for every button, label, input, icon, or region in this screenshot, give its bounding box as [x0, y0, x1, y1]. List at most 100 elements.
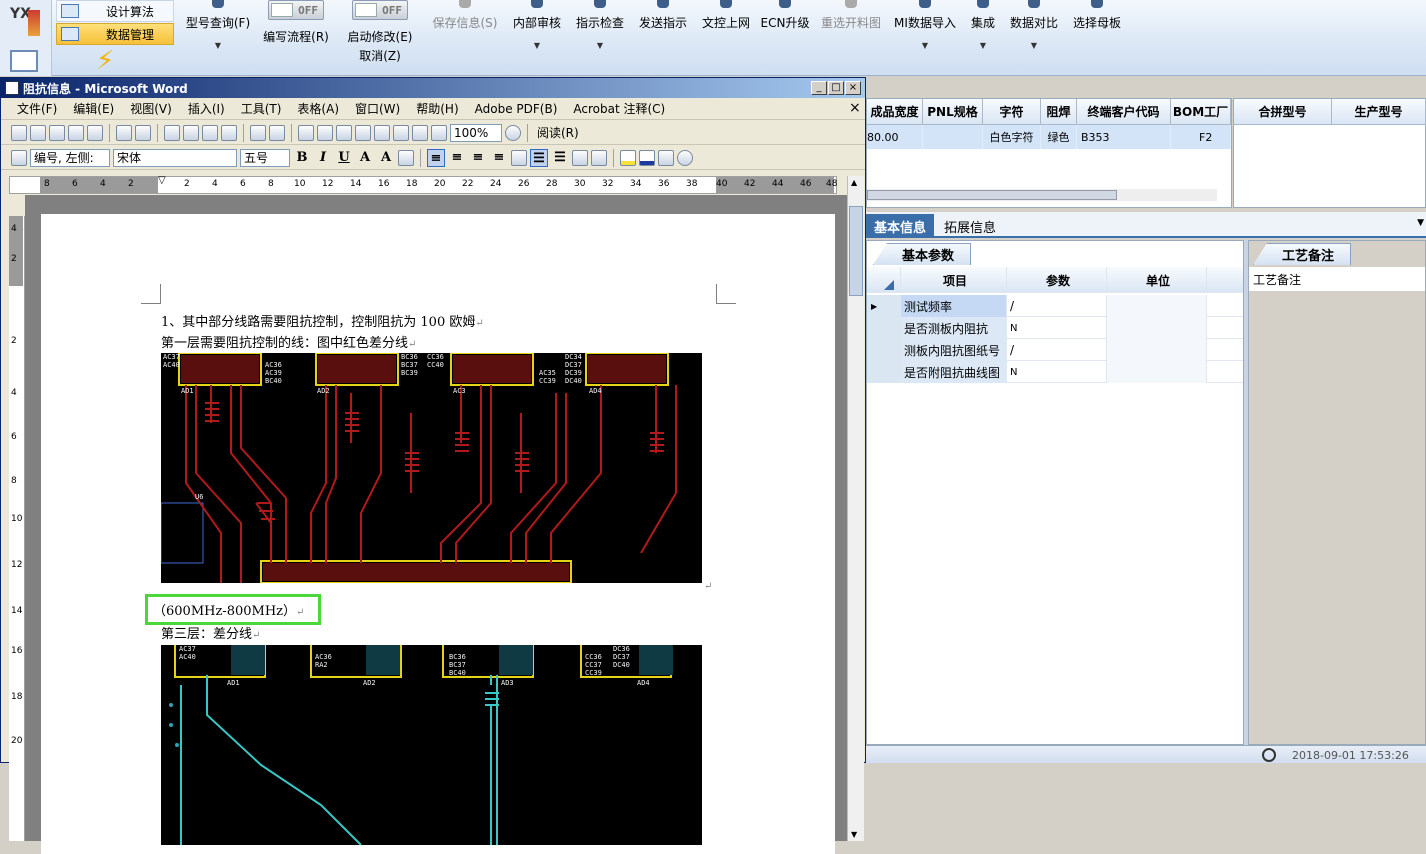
styles-icon[interactable]: [11, 149, 27, 166]
calculator-icon[interactable]: [10, 50, 38, 72]
distributed-button[interactable]: ≡: [490, 149, 508, 167]
scroll-thumb[interactable]: [867, 190, 1117, 200]
menu-acrobat-comments[interactable]: Acrobat 注释(C): [565, 100, 673, 117]
align-right-button[interactable]: ≡: [469, 149, 487, 167]
document-page[interactable]: 1、其中部分线路需要阻抗控制，控制阻抗为 100 欧姆↵ 第一层需要阻抗控制的线…: [41, 214, 835, 854]
column-header[interactable]: PNL规格: [923, 99, 983, 125]
new-doc-icon[interactable]: [11, 124, 27, 141]
paste-icon[interactable]: [202, 124, 218, 141]
unit-cell[interactable]: [1107, 317, 1207, 339]
internal-audit-button[interactable]: 内部审核 ▼: [510, 0, 564, 62]
tab-extended-info[interactable]: 拓展信息: [936, 214, 1004, 238]
help-icon[interactable]: [505, 124, 521, 141]
column-header[interactable]: BOM工厂: [1171, 99, 1231, 125]
column-header[interactable]: 项目: [901, 267, 1007, 293]
doc-line-3[interactable]: 第三层：差分线↵: [161, 623, 260, 642]
char-border-button[interactable]: A: [356, 149, 374, 167]
grid-cell[interactable]: [923, 125, 983, 149]
align-center-button[interactable]: ≡: [448, 149, 466, 167]
integrate-button[interactable]: 集成 ▼: [966, 0, 1000, 62]
close-button[interactable]: ×: [845, 81, 861, 95]
minimize-button[interactable]: _: [811, 81, 827, 95]
item-cell[interactable]: 是否测板内阻抗: [901, 317, 1007, 339]
tables-borders-icon[interactable]: [317, 124, 333, 141]
grid-cell[interactable]: F2: [1171, 125, 1231, 149]
craft-notes-header[interactable]: 工艺备注: [1249, 267, 1425, 291]
cut-icon[interactable]: [164, 124, 180, 141]
item-cell[interactable]: 是否附阻抗曲线图: [901, 361, 1007, 383]
phonetic-guide-icon[interactable]: [658, 149, 674, 166]
undo-icon[interactable]: [250, 124, 266, 141]
format-painter-icon[interactable]: [221, 124, 237, 141]
row-header[interactable]: [867, 339, 901, 361]
bullets-button[interactable]: ☰: [551, 149, 569, 167]
ecn-upgrade-button[interactable]: ECN升级: [760, 0, 810, 62]
param-cell[interactable]: /: [1007, 295, 1107, 317]
maximize-button[interactable]: □: [828, 81, 844, 95]
unit-cell[interactable]: [1107, 339, 1207, 361]
italic-button[interactable]: I: [314, 149, 332, 167]
column-header[interactable]: 字符: [983, 99, 1041, 125]
horizontal-ruler[interactable]: 8 6 4 2 2 4 6 8 10 12 14 16 18 20 22 24 …: [9, 175, 837, 194]
menu-tools[interactable]: 工具(T): [233, 100, 290, 117]
print-icon[interactable]: [87, 124, 103, 141]
style-select[interactable]: 编号, 左侧:: [30, 148, 110, 167]
grid-cell[interactable]: 绿色: [1041, 125, 1077, 149]
doc-control-online-button[interactable]: 文控上网: [699, 0, 753, 62]
table-row[interactable]: 是否附阻抗曲线图 N: [867, 361, 1243, 383]
zoom-select[interactable]: 100%: [450, 123, 502, 142]
menu-window[interactable]: 窗口(W): [347, 100, 408, 117]
grid-cell[interactable]: 80.00: [867, 125, 923, 149]
select-motherboard-button[interactable]: 选择母板: [1070, 0, 1124, 62]
mi-data-import-button[interactable]: MI数据导入 ▼: [892, 0, 958, 62]
drawing-icon[interactable]: [393, 124, 409, 141]
grid-cell[interactable]: B353: [1077, 125, 1171, 149]
grid-cell[interactable]: 白色字符: [983, 125, 1041, 149]
pcb-image-layer3[interactable]: AD1 AD2 AD3 AD4 AC36 AC37 AC40 BC36 BC37…: [161, 645, 702, 845]
word-title-bar[interactable]: 阻抗信息 - Microsoft Word: [1, 78, 865, 98]
model-query-button[interactable]: 型号查询(F) ▼: [183, 0, 253, 62]
menu-adobe-pdf[interactable]: Adobe PDF(B): [467, 102, 566, 116]
scroll-thumb[interactable]: [849, 206, 863, 296]
insert-table-icon[interactable]: [336, 124, 352, 141]
save-info-button[interactable]: 保存信息(S): [428, 0, 502, 62]
dropdown-arrow-icon[interactable]: ▼: [1417, 218, 1424, 228]
save-icon[interactable]: [49, 124, 65, 141]
unit-cell[interactable]: [1107, 361, 1207, 383]
menu-table[interactable]: 表格(A): [289, 100, 347, 117]
char-shading-button[interactable]: A: [377, 149, 395, 167]
menu-file[interactable]: 文件(F): [9, 100, 65, 117]
document-area[interactable]: 1、其中部分线路需要阻抗控制，控制阻抗为 100 欧姆↵ 第一层需要阻抗控制的线…: [25, 195, 847, 854]
decrease-indent-icon[interactable]: [572, 149, 588, 166]
increase-indent-icon[interactable]: [591, 149, 607, 166]
line-spacing-icon[interactable]: [511, 149, 527, 166]
unit-cell[interactable]: [1107, 295, 1207, 317]
toggle-off[interactable]: OFF: [268, 0, 324, 20]
vertical-scrollbar[interactable]: ▲ ▼: [847, 176, 864, 841]
hyperlink-icon[interactable]: [298, 124, 314, 141]
param-cell[interactable]: N: [1007, 317, 1107, 339]
document-map-icon[interactable]: [412, 124, 428, 141]
instruction-check-button[interactable]: 指示检查 ▼: [573, 0, 627, 62]
data-compare-button[interactable]: 数据对比 ▼: [1006, 0, 1062, 62]
indent-marker-icon[interactable]: ▽: [158, 175, 166, 186]
underline-button[interactable]: U: [335, 149, 353, 167]
columns-icon[interactable]: [374, 124, 390, 141]
font-select[interactable]: 宋体: [113, 148, 237, 167]
column-header[interactable]: 阻焊: [1041, 99, 1077, 125]
pcb-image-layer1[interactable]: AD1 AD2 AC3 AD4 U6 BC37 BC39 AC35 CC39 C…: [161, 353, 702, 583]
column-header[interactable]: 终端客户代码: [1077, 99, 1171, 125]
scroll-down-icon[interactable]: ▼: [851, 830, 857, 839]
char-scaling-icon[interactable]: [398, 149, 414, 166]
font-color-icon[interactable]: [639, 149, 655, 166]
table-row[interactable]: 测板内阻抗图纸号 /: [867, 339, 1243, 361]
doc-line-1[interactable]: 1、其中部分线路需要阻抗控制，控制阻抗为 100 欧姆↵: [161, 311, 484, 330]
column-header[interactable]: 参数: [1007, 267, 1107, 293]
copy-icon[interactable]: [183, 124, 199, 141]
menu-insert[interactable]: 插入(I): [180, 100, 233, 117]
item-cell[interactable]: 测板内阻抗图纸号: [901, 339, 1007, 361]
print-preview-icon[interactable]: [116, 124, 132, 141]
table-row[interactable]: ▶ 测试频率 /: [867, 295, 1243, 317]
menu-view[interactable]: 视图(V): [122, 100, 180, 117]
bold-button[interactable]: B: [293, 149, 311, 167]
